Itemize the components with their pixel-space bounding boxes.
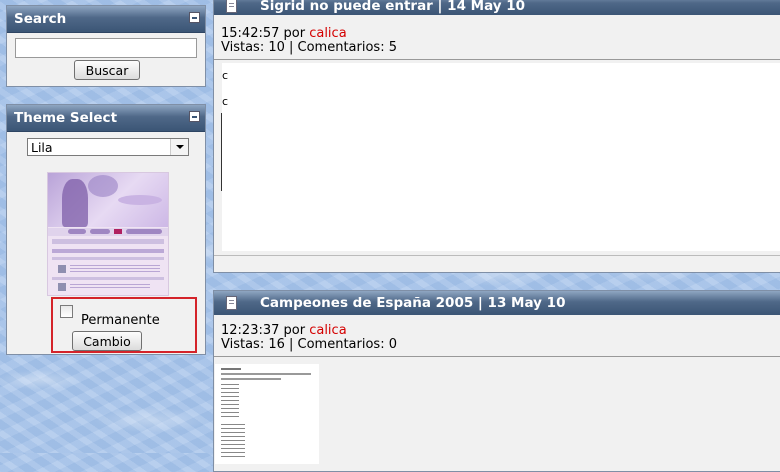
post-stats: Vistas: 16 | Comentarios: 0 [221, 337, 397, 352]
post-image [215, 364, 319, 464]
document-icon [226, 0, 237, 13]
post-title[interactable]: Campeones de España 2005 | 13 May 10 [260, 295, 565, 311]
post-item: Campeones de España 2005 | 13 May 10 12:… [213, 290, 780, 472]
theme-dropdown-value: Lila [31, 140, 53, 155]
highlight-frame: Permanente Cambio [51, 297, 197, 353]
divider [214, 59, 780, 60]
theme-select-title: Theme Select [14, 110, 118, 126]
search-box-header: Search [7, 6, 205, 33]
divider [214, 356, 780, 357]
post-meta: 12:23:37 por calica [221, 323, 347, 338]
search-box-title: Search [14, 11, 67, 27]
search-input[interactable] [15, 38, 197, 58]
theme-select-header: Theme Select [7, 105, 205, 132]
document-icon [226, 296, 237, 310]
permanent-label: Permanente [81, 313, 160, 328]
minimize-icon[interactable] [189, 111, 200, 122]
post-title[interactable]: Sigrid no puede entrar | 14 May 10 [260, 0, 525, 14]
permanent-checkbox[interactable] [60, 305, 73, 318]
post-stats: Vistas: 10 | Comentarios: 5 [221, 40, 397, 55]
post-header: Sigrid no puede entrar | 14 May 10 [214, 0, 780, 15]
theme-preview-image [47, 172, 169, 296]
theme-select-box: Theme Select Lila Permanente Cambio [6, 104, 206, 355]
theme-dropdown[interactable]: Lila [27, 138, 189, 156]
chevron-down-icon[interactable] [170, 139, 188, 155]
post-content: c c [221, 63, 780, 251]
divider [214, 255, 780, 256]
post-author-link[interactable]: calica [309, 323, 346, 338]
post-item: Sigrid no puede entrar | 14 May 10 15:42… [213, 0, 780, 273]
change-button[interactable]: Cambio [72, 331, 142, 351]
post-meta: 15:42:57 por calica [221, 26, 347, 41]
search-button[interactable]: Buscar [74, 60, 140, 80]
post-time: 15:42:57 por [221, 26, 310, 41]
post-header: Campeones de España 2005 | 13 May 10 [214, 291, 780, 315]
post-author-link[interactable]: calica [309, 26, 346, 41]
search-box: Search Buscar [6, 5, 206, 87]
post-time: 12:23:37 por [221, 323, 310, 338]
minimize-icon[interactable] [189, 12, 200, 23]
